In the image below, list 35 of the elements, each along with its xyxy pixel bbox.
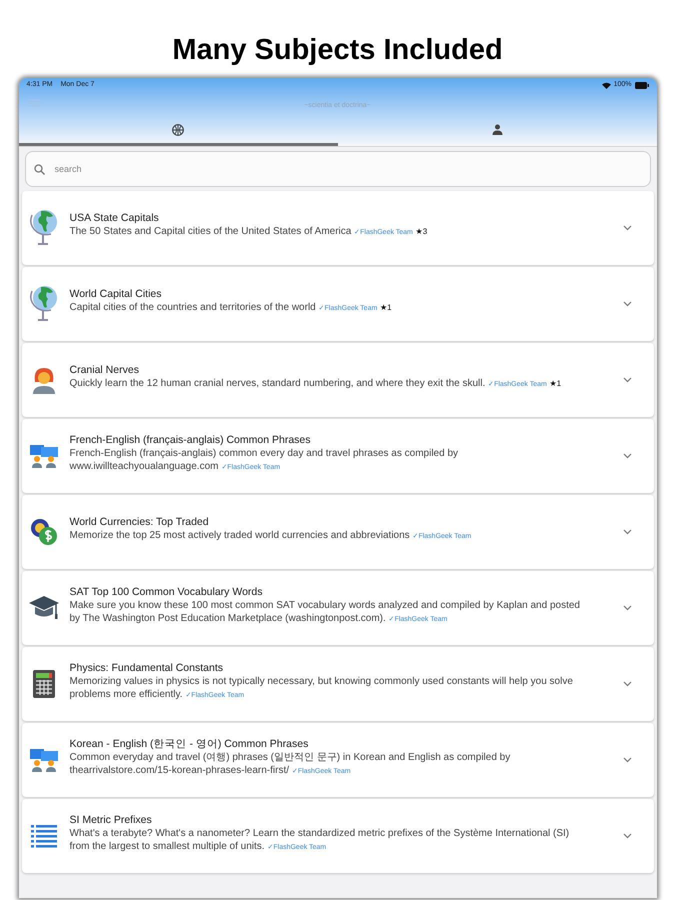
people-chat-icon — [28, 747, 58, 773]
subject-title: Cranial Nerves — [70, 363, 139, 377]
chevron-down-icon[interactable] — [622, 377, 632, 383]
headline: Many Subjects Included — [172, 33, 503, 68]
battery-icon — [634, 82, 648, 88]
subject-title: Physics: Fundamental Constants — [70, 660, 223, 674]
coins-icon — [30, 518, 58, 546]
subject-title: Korean - English (한국인 - 영어) Common Phrases — [70, 736, 308, 750]
subject-title: World Capital Cities — [70, 287, 162, 301]
search-field[interactable]: search — [24, 151, 650, 187]
subject-card[interactable] — [22, 571, 654, 645]
subject-title: SI Metric Prefixes — [70, 812, 152, 826]
person-icon — [492, 124, 502, 135]
chevron-down-icon[interactable] — [622, 681, 632, 687]
globe-icon — [28, 209, 58, 247]
chevron-down-icon[interactable] — [622, 225, 632, 231]
graduation-cap-icon — [28, 595, 60, 621]
chevron-down-icon[interactable] — [622, 833, 632, 839]
subject-title: French-English (français-anglais) Common Phrases — [70, 432, 311, 446]
chevron-down-icon[interactable] — [622, 301, 632, 307]
chevron-down-icon[interactable] — [622, 453, 632, 459]
globe-icon — [172, 124, 184, 136]
subject-title: World Currencies: Top Traded — [70, 515, 209, 529]
chevron-down-icon[interactable] — [622, 757, 632, 763]
chevron-down-icon[interactable] — [622, 529, 632, 535]
people-chat-icon — [28, 443, 58, 469]
person-icon — [30, 366, 56, 394]
subject-title: SAT Top 100 Common Vocabulary Words — [70, 584, 262, 598]
globe-icon — [28, 285, 58, 323]
calculator-icon — [32, 670, 54, 698]
subject-title: USA State Capitals — [70, 211, 159, 225]
search-icon — [34, 164, 44, 175]
list-icon — [30, 824, 56, 848]
wifi-icon — [602, 82, 611, 88]
chevron-down-icon[interactable] — [622, 605, 632, 611]
